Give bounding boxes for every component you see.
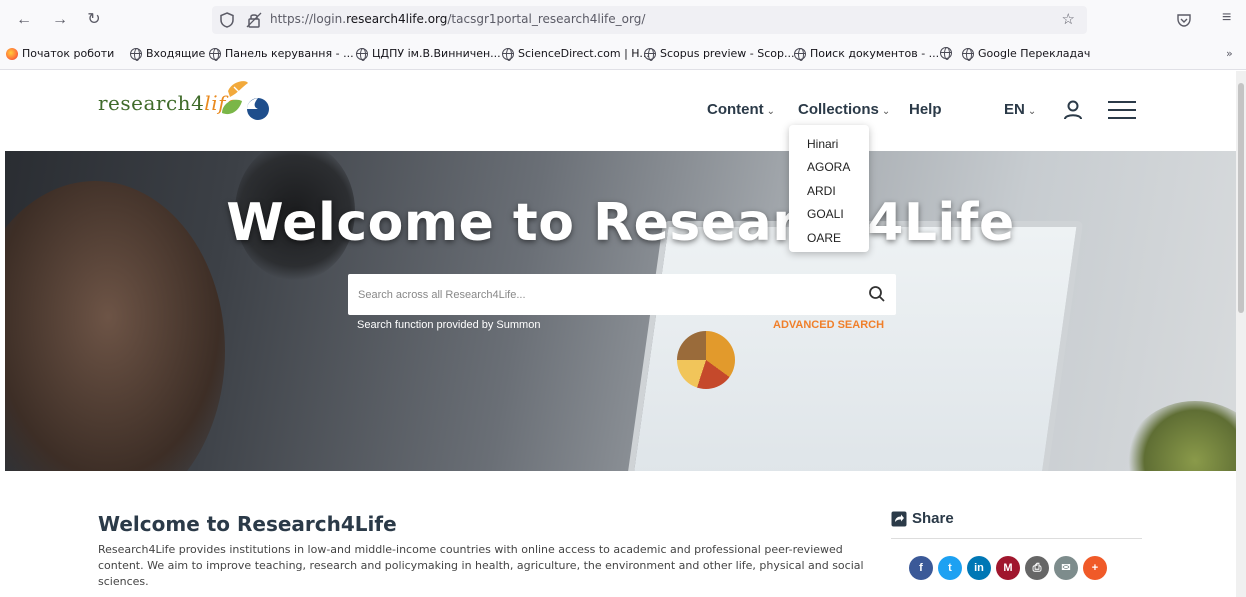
collection-agora[interactable]: AGORA (789, 156, 869, 179)
logo-leaves-icon (222, 81, 269, 120)
mendeley-share-icon[interactable]: M (996, 556, 1020, 580)
bookmark-untitled[interactable] (940, 47, 956, 60)
chevron-down-icon: ⌄ (1027, 106, 1037, 117)
bookmark-sciencedirect[interactable]: ScienceDirect.com | H... (502, 47, 650, 61)
address-bar[interactable]: https://login.research4life.org/tacsgr1p… (212, 6, 1087, 34)
intro-paragraph: Research4Life provides institutions in l… (98, 543, 864, 588)
more-share-icon[interactable]: + (1083, 556, 1107, 580)
globe-icon (962, 47, 974, 61)
logo-text: research4life (98, 91, 239, 115)
chevron-down-icon: ⌄ (766, 106, 776, 117)
firefox-icon (6, 47, 18, 60)
facebook-share-icon[interactable]: f (909, 556, 933, 580)
globe-icon (794, 47, 806, 61)
chevron-down-icon: ⌄ (881, 106, 891, 117)
bookmark-getting-started[interactable]: Початок роботи (6, 47, 114, 60)
page-title: Welcome to Research4Life (98, 512, 397, 536)
url-text: https://login.research4life.org/tacsgr1p… (270, 12, 646, 26)
share-buttons: f t in M ⎙ ✉ + (909, 556, 1107, 580)
globe-icon (502, 47, 514, 61)
language-selector[interactable]: EN ⌄ (1004, 101, 1036, 118)
forward-icon[interactable]: → (50, 10, 70, 30)
scrollbar-thumb[interactable] (1238, 83, 1244, 313)
print-share-icon[interactable]: ⎙ (1025, 556, 1049, 580)
hamburger-menu-icon[interactable] (1108, 100, 1136, 120)
shield-icon[interactable] (220, 12, 234, 28)
reload-icon[interactable]: ↻ (84, 10, 104, 30)
linkedin-share-icon[interactable]: in (967, 556, 991, 580)
page-scrollbar[interactable] (1236, 71, 1246, 597)
share-divider (891, 538, 1142, 539)
bookmarks-bar: Початок роботи Входящие Панель керування… (0, 40, 1246, 70)
bookmark-scopus[interactable]: Scopus preview - Scop... (644, 47, 795, 61)
menu-icon[interactable]: ≡ (1222, 9, 1231, 27)
globe-icon (209, 47, 221, 61)
bookmark-star-icon[interactable]: ☆ (1062, 10, 1075, 28)
hero-banner: Welcome to Research4Life Search function… (5, 151, 1236, 471)
nav-help[interactable]: Help (909, 101, 942, 118)
bookmark-inbox[interactable]: Входящие (130, 47, 205, 61)
back-icon[interactable]: ← (14, 10, 34, 30)
bookmarks-overflow-icon[interactable]: » (1226, 47, 1233, 60)
share-heading: Share (891, 510, 954, 527)
search-provider-note: Search function provided by Summon (357, 319, 541, 331)
email-share-icon[interactable]: ✉ (1054, 556, 1078, 580)
collection-hinari[interactable]: Hinari (789, 133, 869, 156)
twitter-share-icon[interactable]: t (938, 556, 962, 580)
search-box[interactable] (348, 274, 896, 315)
bookmark-search-documents[interactable]: Поиск документов - ... (794, 47, 939, 61)
pocket-icon[interactable] (1176, 12, 1192, 28)
search-input[interactable] (358, 274, 848, 315)
collection-goali[interactable]: GOALI (789, 203, 869, 226)
hero-background-pie (677, 331, 735, 389)
collection-ardi[interactable]: ARDI (789, 180, 869, 203)
nav-content[interactable]: Content ⌄ (707, 101, 775, 118)
globe-icon (130, 47, 142, 61)
advanced-search-link[interactable]: ADVANCED SEARCH (773, 319, 884, 331)
bookmark-control-panel[interactable]: Панель керування - ... (209, 47, 354, 61)
site-header: research4life Content ⌄ Collections ⌄ Help… (0, 71, 1236, 151)
lock-icon[interactable] (246, 12, 262, 28)
hero-background-plant (1125, 401, 1236, 471)
user-icon[interactable] (1063, 99, 1083, 121)
globe-icon (644, 47, 656, 61)
collection-oare[interactable]: OARE (789, 227, 869, 250)
nav-collections[interactable]: Collections ⌄ (798, 101, 890, 118)
globe-icon (940, 47, 952, 60)
search-icon[interactable] (868, 285, 886, 303)
globe-icon (356, 47, 368, 61)
hero-title: Welcome to Research4Life (226, 193, 1015, 253)
browser-toolbar: ← → ↻ https://login.research4life.org/ta… (0, 0, 1246, 40)
share-icon (891, 511, 907, 526)
bookmark-google-translate[interactable]: Google Перекладач (962, 47, 1090, 61)
bookmark-cdpu[interactable]: ЦДПУ ім.В.Винничен... (356, 47, 501, 61)
collections-dropdown: Hinari AGORA ARDI GOALI OARE (789, 125, 869, 252)
